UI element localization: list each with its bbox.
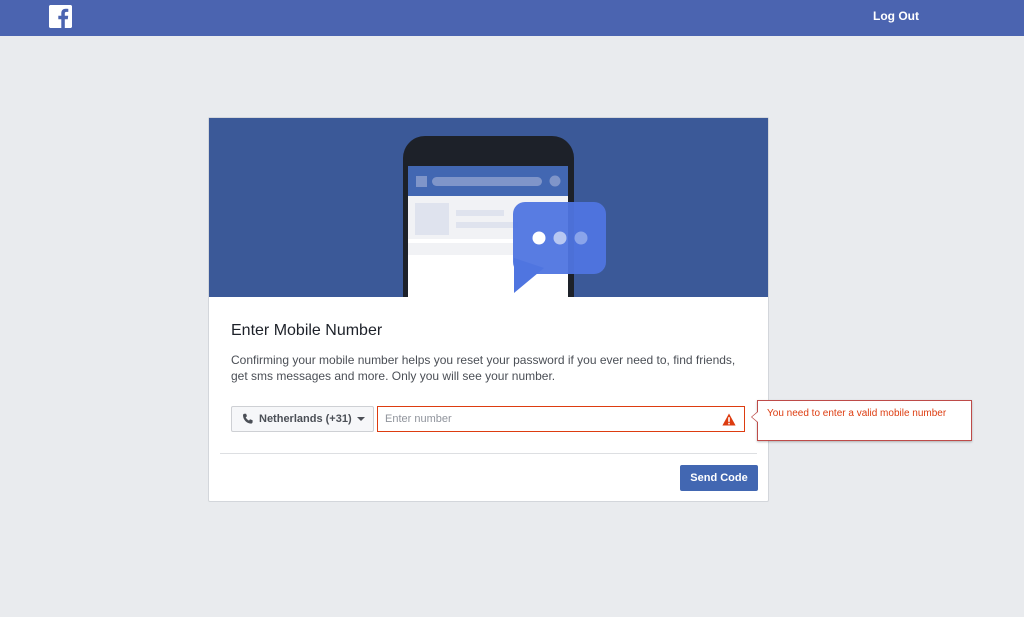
warning-icon [722, 413, 736, 426]
mobile-number-field-wrapper [377, 406, 745, 432]
logout-link[interactable]: Log Out [873, 9, 919, 23]
chevron-down-icon [356, 417, 365, 421]
phone-icon [242, 413, 254, 425]
facebook-logo-icon[interactable] [49, 5, 72, 28]
top-navigation-bar: Log Out [0, 0, 1024, 36]
error-tooltip-message: You need to enter a valid mobile number [767, 408, 947, 419]
mobile-number-input[interactable] [378, 407, 744, 431]
country-code-selector[interactable]: Netherlands (+31) [231, 406, 374, 432]
description-text: Confirming your mobile number helps you … [231, 353, 736, 383]
send-code-button[interactable]: Send Code [680, 465, 758, 491]
page-title: Enter Mobile Number [231, 322, 383, 339]
phone-chat-illustration [209, 118, 768, 297]
divider [220, 453, 757, 454]
error-tooltip: You need to enter a valid mobile number [751, 400, 972, 441]
confirm-mobile-card: Enter Mobile Number Confirming your mobi… [208, 117, 769, 502]
selected-country-label: Netherlands (+31) [259, 413, 352, 425]
